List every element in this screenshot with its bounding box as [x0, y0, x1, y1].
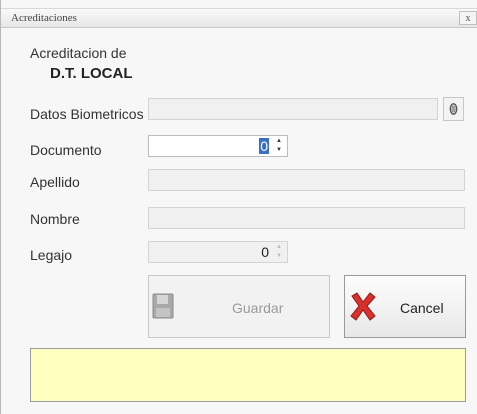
- document-spinner[interactable]: ▲ ▼: [274, 137, 284, 155]
- document-label: Documento: [30, 142, 102, 158]
- legajo-input[interactable]: 0 ▲ ▼: [148, 241, 288, 263]
- biometric-label: Datos Biometricos: [30, 106, 144, 122]
- cancel-button-label: Cancel: [400, 300, 444, 316]
- close-button[interactable]: x: [459, 11, 477, 25]
- spin-up-icon[interactable]: ▲: [274, 137, 284, 146]
- document-input[interactable]: 0 ▲ ▼: [148, 135, 288, 157]
- floppy-disk-icon: [152, 293, 174, 319]
- location-title: D.T. LOCAL: [50, 65, 133, 82]
- name-label: Nombre: [30, 211, 80, 227]
- document-value: 0: [259, 138, 269, 154]
- lastname-label: Apellido: [30, 174, 80, 190]
- biometric-field: [148, 98, 438, 120]
- cancel-button[interactable]: Cancel: [344, 275, 466, 338]
- save-button[interactable]: Guardar: [148, 275, 330, 338]
- legajo-value: 0: [261, 244, 269, 260]
- legajo-spinner[interactable]: ▲ ▼: [274, 243, 284, 261]
- fingerprint-button[interactable]: [443, 97, 464, 121]
- name-input[interactable]: [148, 207, 465, 229]
- spin-down-icon[interactable]: ▼: [274, 252, 284, 261]
- legajo-label: Legajo: [30, 247, 73, 263]
- window-title: Acreditaciones: [11, 12, 77, 24]
- acreditacion-label: Acreditacion de: [30, 45, 127, 61]
- save-button-label: Guardar: [232, 300, 284, 316]
- spin-down-icon[interactable]: ▼: [274, 146, 284, 155]
- title-bar[interactable]: Acreditaciones x: [1, 8, 477, 28]
- spin-up-icon[interactable]: ▲: [274, 243, 284, 252]
- lastname-input[interactable]: [148, 169, 465, 191]
- fingerprint-icon: [449, 103, 458, 115]
- red-x-icon: [350, 292, 376, 321]
- acreditaciones-window: Acreditaciones x Acreditacion de D.T. LO…: [0, 0, 477, 414]
- status-message-box: [30, 348, 466, 402]
